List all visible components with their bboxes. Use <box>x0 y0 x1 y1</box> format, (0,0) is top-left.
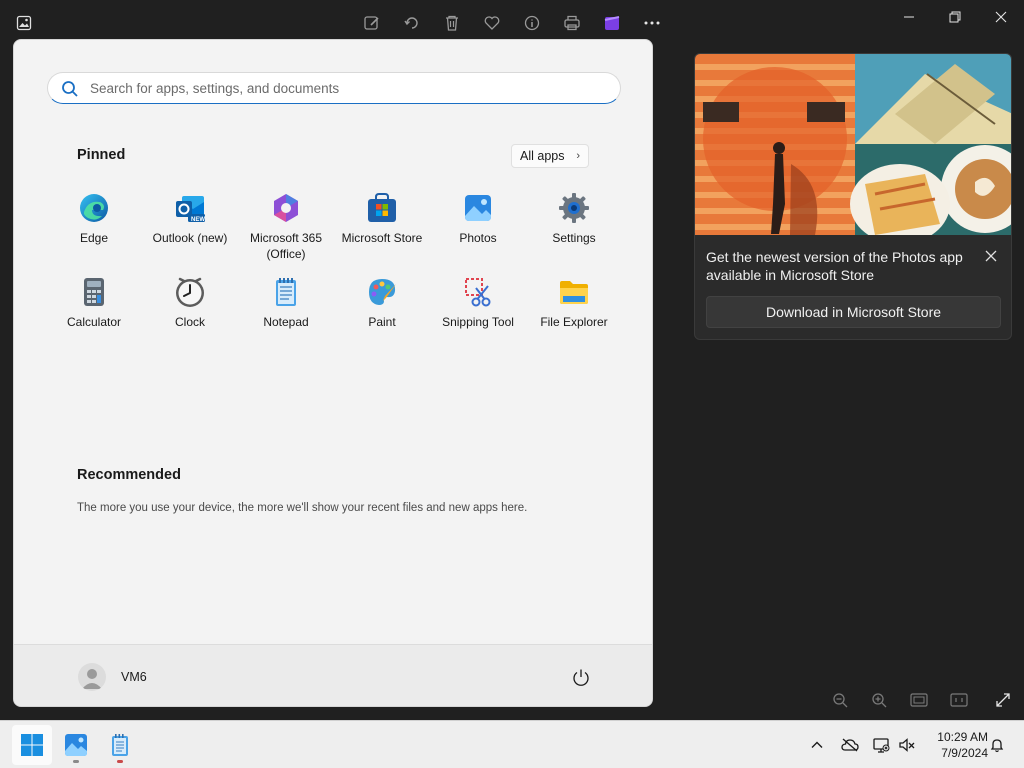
delete-icon[interactable] <box>441 12 463 34</box>
all-apps-label: All apps <box>520 149 565 163</box>
pinned-app-microsoft-365[interactable]: Microsoft 365 (Office) <box>238 192 334 276</box>
download-in-store-button[interactable]: Download in Microsoft Store <box>706 296 1001 328</box>
avatar <box>78 663 106 691</box>
show-hidden-icons-chevron-icon[interactable] <box>806 734 828 756</box>
minimize-button[interactable] <box>886 4 932 30</box>
promo-collage-image <box>695 54 1011 235</box>
app-label: Edge <box>79 231 109 245</box>
volume-muted-icon[interactable] <box>896 734 918 756</box>
search-icon <box>62 81 78 97</box>
pinned-title: Pinned <box>77 147 126 163</box>
settings-icon <box>559 193 589 223</box>
start-menu-footer: VM6 <box>14 644 652 706</box>
user-account-button[interactable]: VM6 <box>70 655 180 699</box>
edge-icon <box>80 194 108 222</box>
pinned-app-settings[interactable]: Settings <box>526 192 622 276</box>
recommended-empty-message: The more you use your device, the more w… <box>77 502 528 514</box>
pinned-app-calculator[interactable]: Calculator <box>46 276 142 360</box>
clock-date: 7/9/2024 <box>941 746 988 760</box>
clipchamp-icon[interactable] <box>601 12 623 34</box>
clock-time: 10:29 AM <box>937 730 988 744</box>
app-label: Notepad <box>263 315 309 329</box>
store-update-promo: Get the newest version of the Photos app… <box>694 53 1012 340</box>
app-label: Microsoft Store <box>341 231 423 245</box>
zoom-out-icon[interactable] <box>829 689 851 711</box>
clock-icon <box>176 277 204 307</box>
restore-button[interactable] <box>932 4 978 30</box>
pinned-app-edge[interactable]: Edge <box>46 192 142 276</box>
photos-icon <box>65 734 87 756</box>
network-disconnected-icon[interactable] <box>870 734 892 756</box>
app-label: Snipping Tool <box>442 315 514 329</box>
chevron-right-icon: › <box>576 150 580 162</box>
search-input[interactable] <box>90 73 610 103</box>
zoom-in-icon[interactable] <box>868 689 890 711</box>
app-label: Photos <box>459 231 497 245</box>
notifications-bell-icon[interactable] <box>986 734 1008 756</box>
pinned-app-file-explorer[interactable]: File Explorer <box>526 276 622 360</box>
promo-close-icon[interactable] <box>979 244 1003 268</box>
full-screen-icon[interactable] <box>992 689 1014 711</box>
pinned-app-paint[interactable]: Paint <box>334 276 430 360</box>
app-label: Microsoft 365 (Office) <box>249 231 323 261</box>
app-label: Calculator <box>66 315 122 329</box>
app-label: Settings <box>552 231 596 245</box>
taskbar-photos-app[interactable] <box>56 725 96 765</box>
pinned-app-outlook[interactable]: Outlook (new) NEW <box>142 192 238 276</box>
store-icon <box>368 193 396 222</box>
user-avatar-icon <box>82 669 102 689</box>
power-icon[interactable] <box>570 667 592 689</box>
edit-icon[interactable] <box>361 12 383 34</box>
info-icon[interactable] <box>521 12 543 34</box>
taskbar-clock[interactable]: 10:29 AM 7/9/2024 <box>922 729 988 761</box>
notepad-icon <box>276 278 296 306</box>
running-indicator <box>73 760 79 763</box>
all-apps-button[interactable]: All apps › <box>511 144 589 168</box>
notepad-icon <box>112 734 128 756</box>
favorite-icon[interactable] <box>481 12 503 34</box>
pinned-app-clock[interactable]: Clock <box>142 276 238 360</box>
onedrive-offline-icon[interactable] <box>839 734 861 756</box>
calculator-icon <box>84 278 104 306</box>
app-label: File Explorer <box>540 315 608 329</box>
rotate-icon[interactable] <box>401 12 423 34</box>
app-label: Outlook (new) <box>152 231 228 245</box>
paint-icon <box>369 279 396 305</box>
start-menu: Pinned All apps › Edge Outlook (new) NEW <box>13 39 653 707</box>
pinned-app-snipping-tool[interactable]: Snipping Tool <box>430 276 526 360</box>
promo-message: Get the newest version of the Photos app… <box>706 249 963 283</box>
photos-app-icon <box>13 12 35 34</box>
pinned-app-microsoft-store[interactable]: Microsoft Store <box>334 192 430 276</box>
app-label: Clock <box>174 315 205 329</box>
start-search-box[interactable] <box>47 72 621 104</box>
running-indicator <box>117 760 123 763</box>
photos-bottom-toolbar <box>654 680 1024 720</box>
recommended-title: Recommended <box>77 467 181 483</box>
pinned-app-notepad[interactable]: Notepad <box>238 276 334 360</box>
app-label: Paint <box>368 315 396 329</box>
photos-icon <box>465 195 491 221</box>
pinned-app-photos[interactable]: Photos <box>430 192 526 276</box>
close-window-button[interactable] <box>978 4 1024 30</box>
office-icon <box>274 194 298 222</box>
filmstrip-icon[interactable] <box>948 689 970 711</box>
new-badge: NEW <box>191 217 205 223</box>
snipping-tool-icon <box>465 278 491 307</box>
fit-to-window-icon[interactable] <box>908 689 930 711</box>
taskbar-notepad-app[interactable] <box>100 725 140 765</box>
print-icon[interactable] <box>561 12 583 34</box>
start-button[interactable] <box>12 725 52 765</box>
user-name: VM6 <box>121 670 147 684</box>
windows-logo-icon <box>21 734 43 756</box>
more-options-icon[interactable] <box>641 12 663 34</box>
file-explorer-icon <box>560 281 588 304</box>
taskbar: 10:29 AM 7/9/2024 <box>0 720 1024 768</box>
